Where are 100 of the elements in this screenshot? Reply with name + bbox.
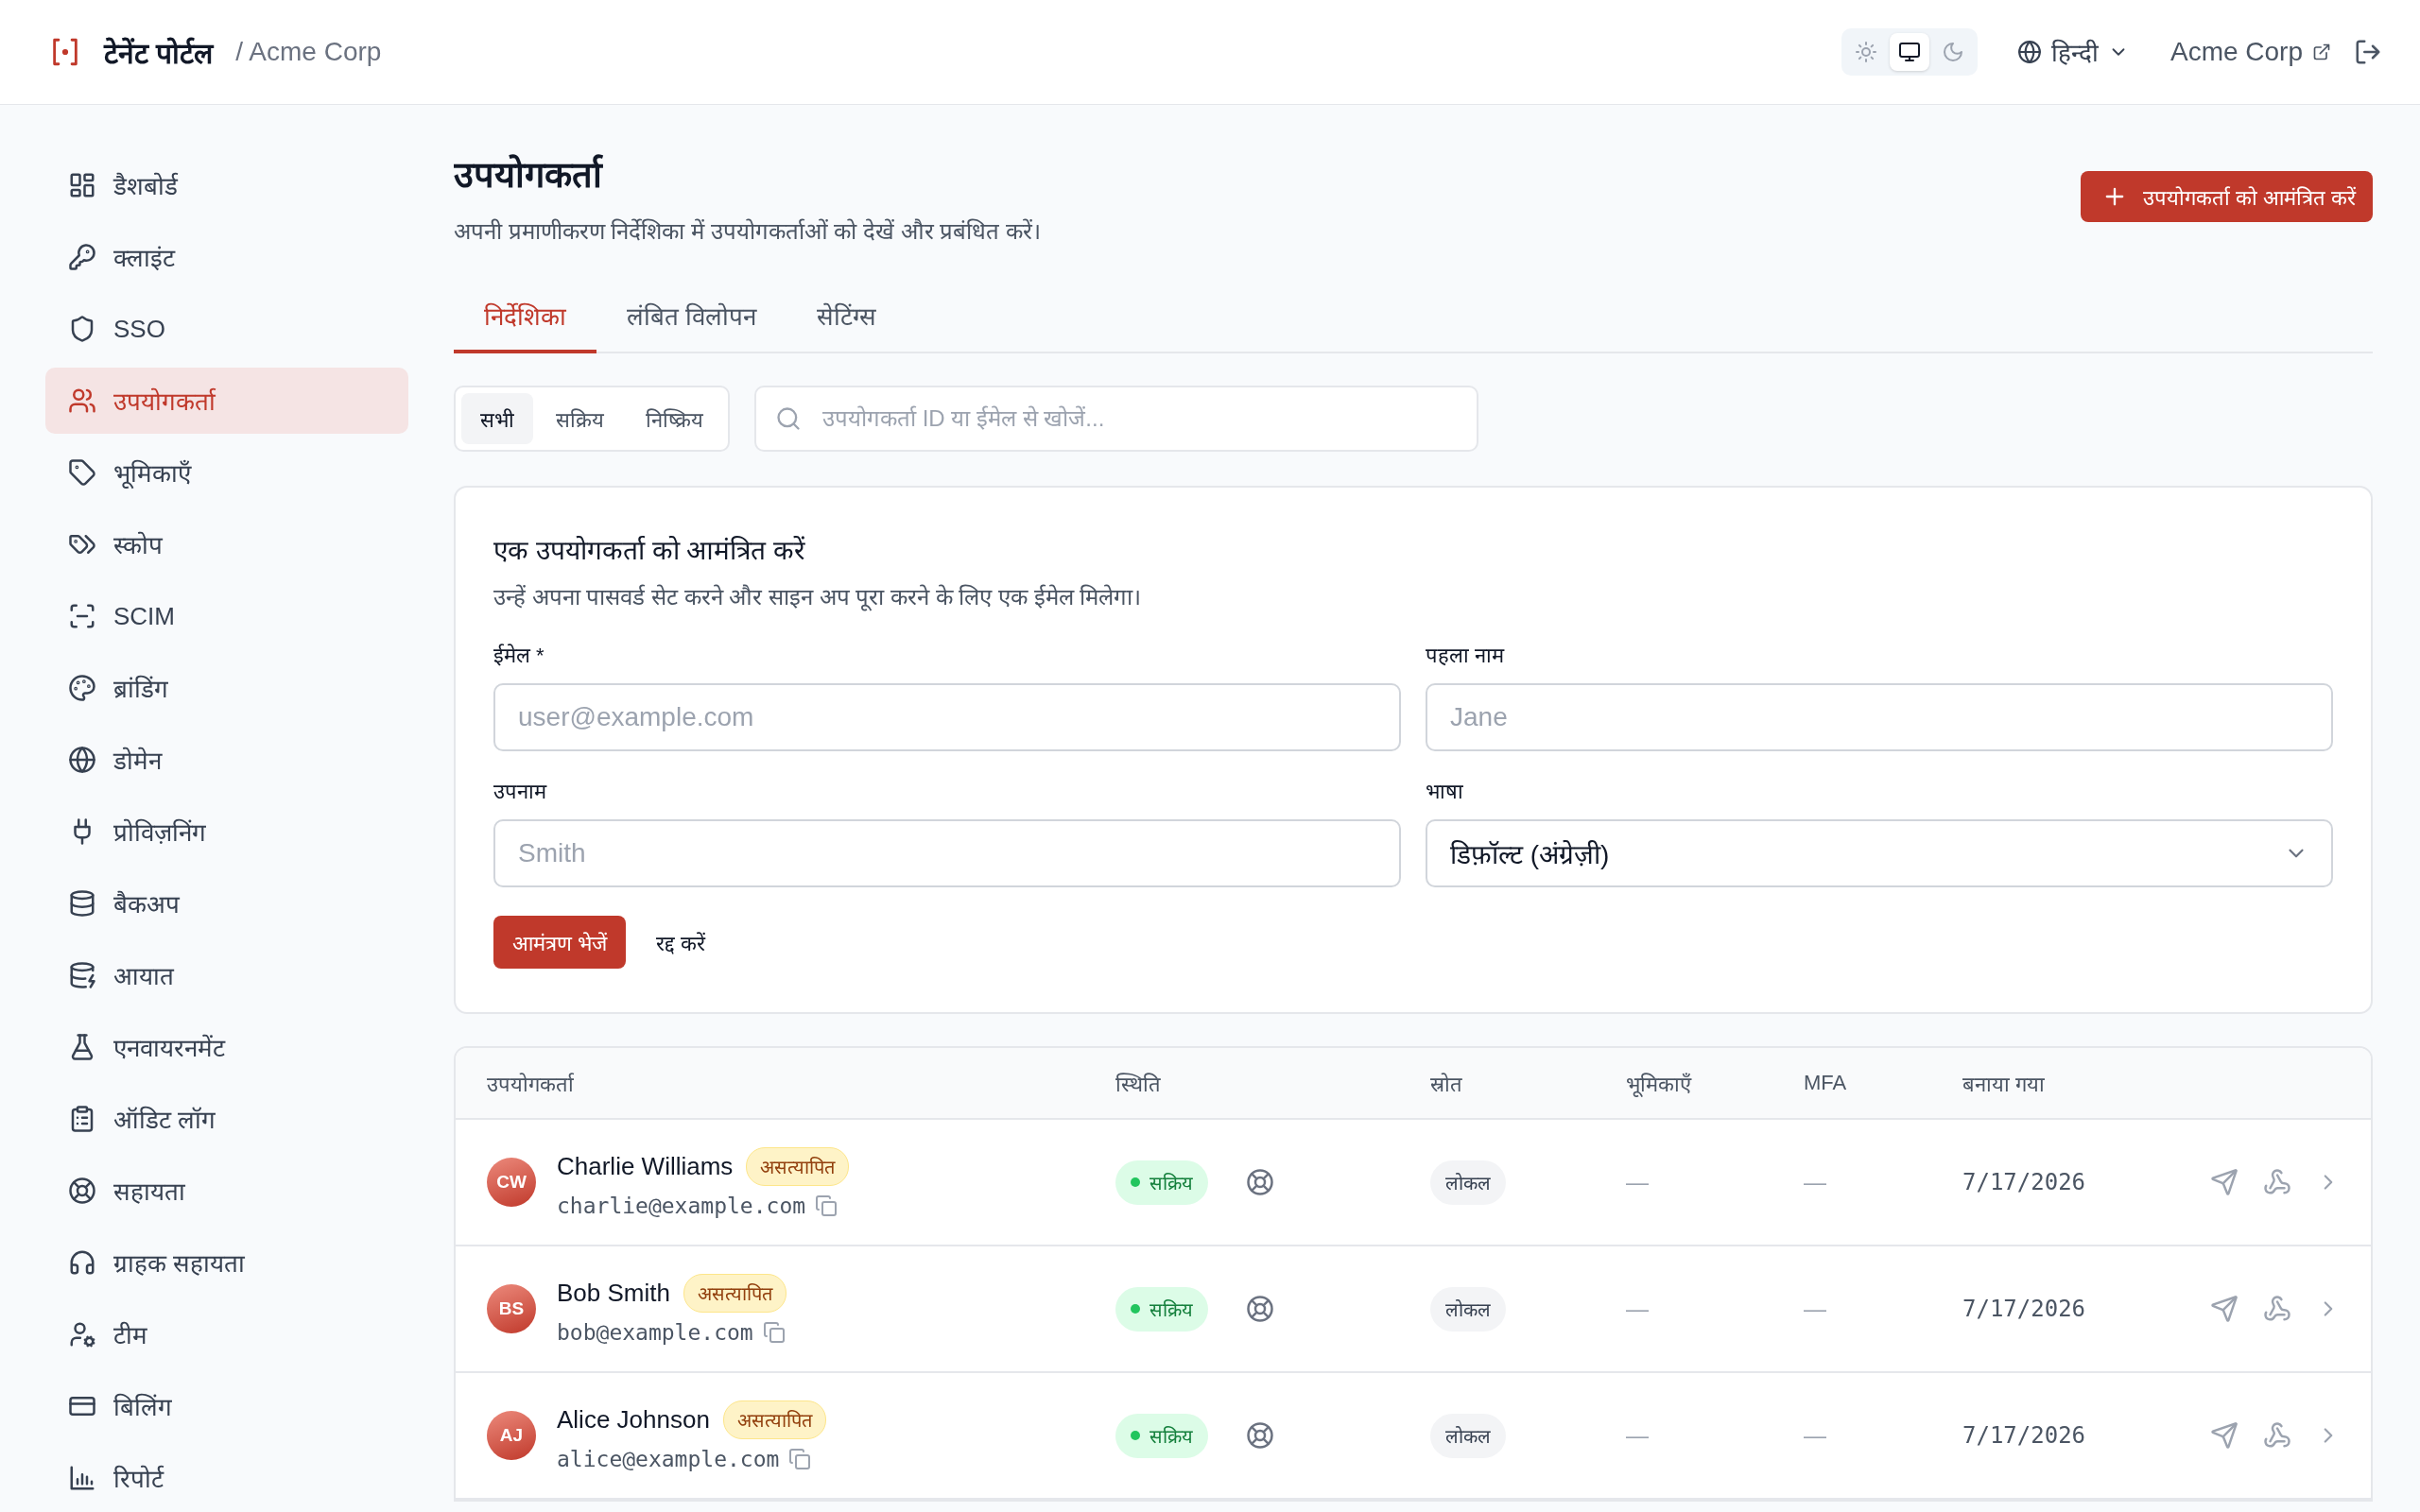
form-description: उन्हें अपना पासवर्ड सेट करने और साइन अप पूरा करने के लिए एक ईमेल मिलेगा।	[493, 583, 1143, 611]
send-icon[interactable]	[2210, 1295, 2238, 1323]
filter-option[interactable]: सभी	[461, 393, 533, 444]
copy-icon[interactable]	[762, 1320, 786, 1344]
form-title: एक उपयोगकर्ता को आमंत्रित करें	[493, 535, 806, 567]
language-select[interactable]: डिफ़ॉल्ट (अंग्रेज़ी)	[1426, 819, 2333, 887]
palette-icon	[68, 674, 96, 702]
webhook-icon[interactable]	[2263, 1295, 2291, 1323]
cancel-button[interactable]: रद्द करें	[643, 919, 719, 966]
sidebar-item[interactable]: सहायता	[45, 1158, 408, 1224]
input-field[interactable]: Jane	[1426, 683, 2333, 751]
sun-icon	[1854, 41, 1877, 63]
source-badge: लोकल	[1430, 1286, 1506, 1332]
column-header: भूमिकाएँ	[1626, 1072, 1693, 1097]
table-cell-text: —	[1804, 1169, 1827, 1195]
user-name: Alice Johnson	[557, 1404, 710, 1435]
filter-option[interactable]: निष्क्रिय	[627, 393, 722, 444]
status-badge: सक्रिय	[1115, 1413, 1208, 1458]
send-icon[interactable]	[2210, 1168, 2238, 1196]
sidebar-item[interactable]: क्लाइंट	[45, 224, 408, 290]
monitor-theme-button[interactable]	[1889, 33, 1929, 71]
language-selector[interactable]: हिन्दी	[2013, 31, 2133, 73]
sidebar-item[interactable]: स्कोप	[45, 511, 408, 577]
lifebuoy-icon	[68, 1177, 96, 1205]
external-link-icon	[2312, 43, 2331, 61]
created-date: 7/17/2026	[1962, 1422, 2087, 1449]
sidebar-item[interactable]: एनवायरनमेंट	[45, 1014, 408, 1080]
sidebar-item[interactable]: डैशबोर्ड	[45, 152, 408, 218]
filter-option[interactable]: सक्रिय	[537, 393, 623, 444]
scan-frame-icon	[68, 602, 96, 630]
table-cell-text: —	[1804, 1296, 1827, 1322]
database-icon	[68, 889, 96, 918]
tab[interactable]: निर्देशिका	[454, 287, 596, 353]
tag-icon	[68, 458, 96, 487]
lifebuoy-icon	[1246, 1168, 1274, 1196]
column-header: स्रोत	[1430, 1072, 1463, 1097]
sidebar-item[interactable]: आयात	[45, 942, 408, 1008]
tab[interactable]: सेटिंग्स	[786, 287, 908, 353]
sidebar-item[interactable]: बैकअप	[45, 870, 408, 936]
user-email: charlie@example.com	[557, 1193, 806, 1218]
sidebar-item[interactable]: उपयोगकर्ता	[45, 368, 408, 434]
sidebar-item[interactable]: SCIM	[45, 583, 408, 649]
user-email: alice@example.com	[557, 1446, 780, 1471]
sidebar-item[interactable]: भूमिकाएँ	[45, 439, 408, 506]
copy-icon[interactable]	[788, 1447, 812, 1470]
person-gear-icon	[68, 1320, 96, 1349]
lifebuoy-icon	[1246, 1295, 1274, 1323]
user-email: bob@example.com	[557, 1319, 753, 1345]
send-invite-button[interactable]: आमंत्रण भेजें	[493, 916, 627, 969]
search-icon	[775, 405, 802, 432]
tab[interactable]: लंबित विलोपन	[596, 287, 787, 353]
avatar: CW	[487, 1158, 536, 1207]
sidebar-item[interactable]: ऑडिट लॉग	[45, 1086, 408, 1152]
grid-icon	[68, 171, 96, 199]
bar-chart-icon	[68, 1464, 96, 1492]
monitor-icon	[1897, 41, 1921, 63]
sidebar-item[interactable]: रिपोर्ट	[45, 1445, 408, 1511]
field-label: पहला नाम	[1426, 643, 1506, 668]
sidebar-item[interactable]: टीम	[45, 1301, 408, 1367]
sidebar-item[interactable]: डोमेन	[45, 727, 408, 793]
unverified-badge: असत्यापित	[722, 1400, 826, 1439]
people-icon	[68, 387, 96, 415]
avatar: AJ	[487, 1411, 536, 1460]
invite-user-button[interactable]: उपयोगकर्ता को आमंत्रित करें	[2080, 171, 2373, 222]
field-label: उपनाम	[493, 779, 548, 804]
sidebar-item[interactable]: प्रोविज़निंग	[45, 799, 408, 865]
created-date: 7/17/2026	[1962, 1169, 2087, 1195]
input-field[interactable]: Smith	[493, 819, 1401, 887]
table-cell-text: —	[1626, 1296, 1650, 1322]
sidebar-item[interactable]: ब्रांडिंग	[45, 655, 408, 721]
logout-icon[interactable]	[2354, 38, 2382, 66]
source-badge: लोकल	[1430, 1413, 1506, 1458]
globe-icon	[68, 746, 96, 774]
input-field[interactable]: user@example.com	[493, 683, 1401, 751]
headset-icon	[68, 1248, 96, 1277]
key-icon	[68, 243, 96, 271]
page-description: अपनी प्रमाणीकरण निर्देशिका में उपयोगकर्ताओं को देखें और प्रबंधित करें।	[454, 217, 1041, 246]
field-label: भाषा	[1426, 779, 1464, 804]
database-bolt-icon	[68, 961, 96, 989]
created-date: 7/17/2026	[1962, 1296, 2087, 1322]
sidebar-item[interactable]: बिलिंग	[45, 1373, 408, 1439]
user-name: Bob Smith	[557, 1278, 670, 1308]
globe-icon	[2016, 40, 2042, 64]
webhook-icon[interactable]	[2263, 1168, 2291, 1196]
webhook-icon[interactable]	[2263, 1421, 2291, 1450]
sidebar-item[interactable]: ग्राहक सहायता	[45, 1229, 408, 1296]
organization-link[interactable]: Acme Corp	[2169, 37, 2331, 67]
search-field[interactable]: उपयोगकर्ता ID या ईमेल से खोजें...	[754, 386, 1478, 452]
sidebar-item[interactable]: SSO	[45, 296, 408, 362]
avatar: BS	[487, 1284, 536, 1333]
app-title: टेनेंट पोर्टल	[104, 36, 214, 71]
table-cell-text: —	[1804, 1422, 1827, 1449]
source-badge: लोकल	[1430, 1160, 1506, 1205]
copy-icon[interactable]	[815, 1194, 838, 1217]
unverified-badge: असत्यापित	[746, 1146, 850, 1186]
breadcrumb: / Acme Corp	[235, 37, 382, 67]
table-cell-text: —	[1626, 1422, 1650, 1449]
column-header: उपयोगकर्ता	[487, 1072, 575, 1097]
field-label: ईमेल *	[493, 643, 545, 668]
send-icon[interactable]	[2210, 1421, 2238, 1450]
